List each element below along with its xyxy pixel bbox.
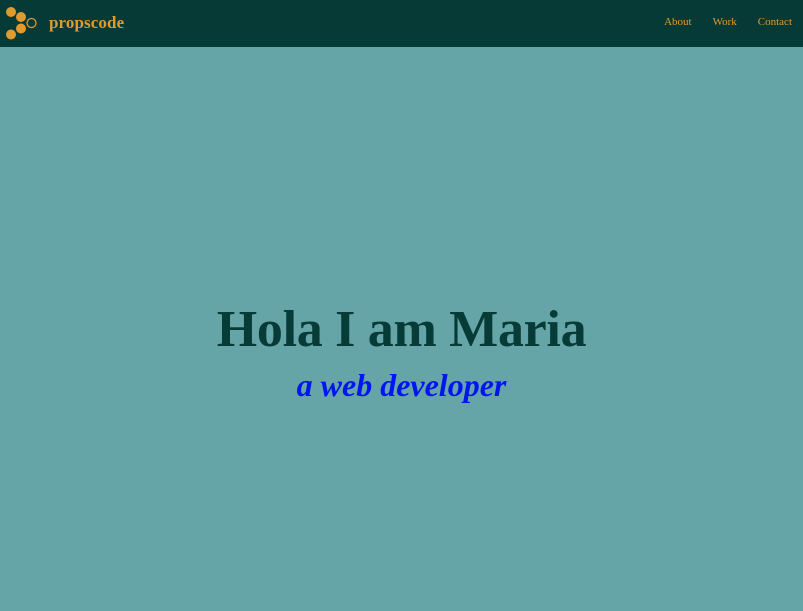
brand-link[interactable]: propscode	[5, 6, 124, 42]
nav-link-work[interactable]: Work	[713, 16, 737, 28]
navbar: propscode About Work Contact	[0, 0, 803, 47]
nav-links: About Work Contact	[664, 16, 792, 28]
hero-title: Hola I am Maria	[216, 301, 587, 358]
nav-link-about[interactable]: About	[664, 16, 692, 28]
hero-section: Hola I am Maria a web developer	[0, 47, 803, 611]
hexagon-dots-logo-icon	[6, 7, 37, 40]
nav-link-contact[interactable]: Contact	[758, 16, 792, 28]
hero-subtitle: a web developer	[296, 367, 507, 403]
brand-name: propscode	[49, 13, 125, 32]
